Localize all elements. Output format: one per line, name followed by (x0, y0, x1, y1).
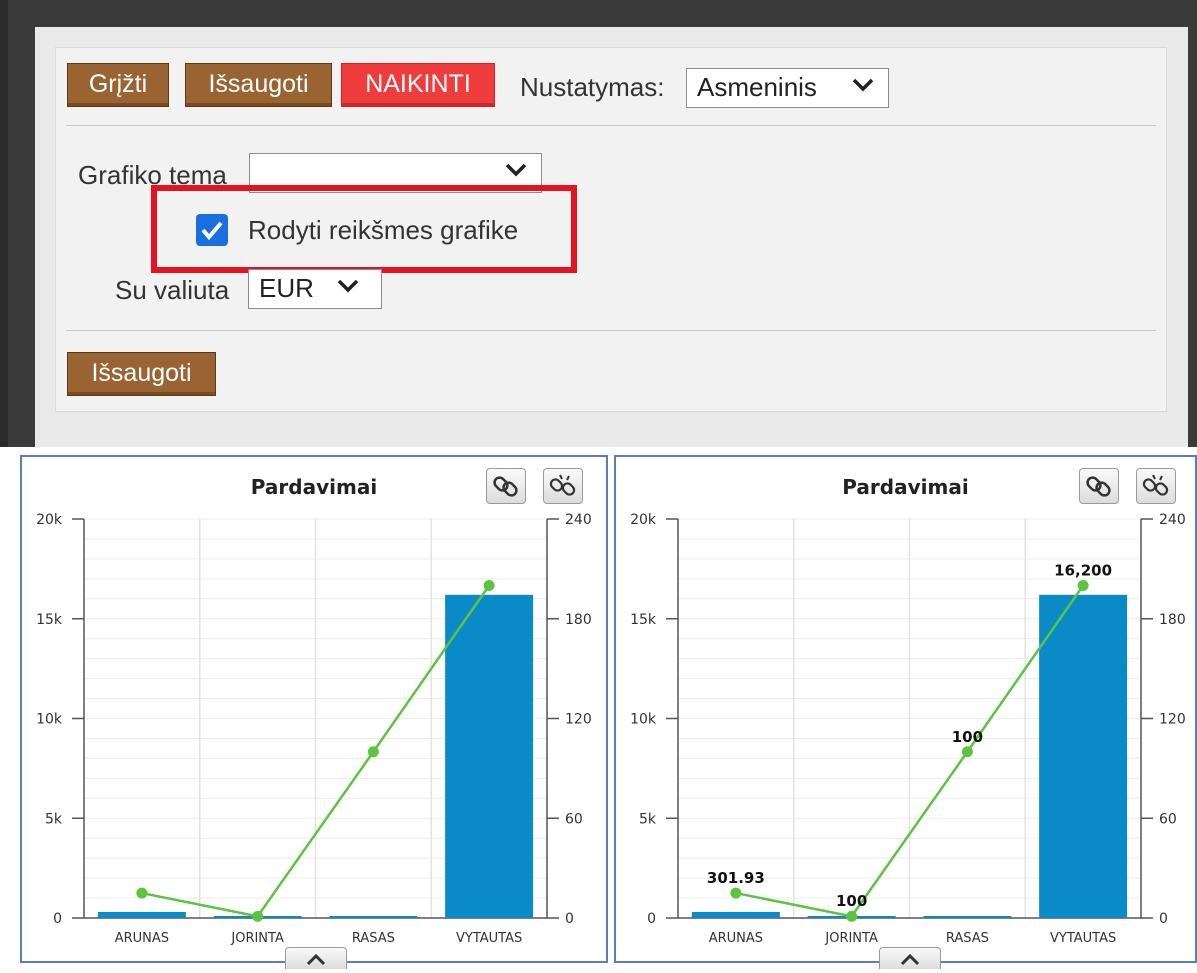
divider-top (66, 125, 1156, 126)
data-label: 301.93 (707, 869, 765, 887)
line-point (483, 580, 495, 591)
y-tick-label-right: 60 (1159, 811, 1177, 827)
data-label: 16,200 (1054, 562, 1112, 580)
currency-label: Su valiuta (115, 275, 230, 305)
x-tick-label: RASAS (946, 931, 989, 946)
y-tick-label-left: 5k (45, 811, 63, 827)
line-point (961, 746, 973, 758)
currency-select-value: EUR (259, 273, 314, 303)
x-tick-label: ARUNAS (709, 931, 763, 946)
sales-chart-right: Pardavimai 0 5k 10k 15k 20k 0 60 120 180 240 ARUNA… (614, 455, 1197, 969)
x-tick-label: VYTAUTAS (456, 931, 522, 946)
line-point (136, 887, 148, 899)
y-tick-label-right: 0 (1159, 911, 1168, 927)
x-tick-label: JORINTA (230, 931, 284, 946)
left-strip (0, 0, 8, 447)
bar (923, 916, 1012, 918)
currency-select[interactable]: EUR (248, 269, 382, 309)
setting-select[interactable]: Asmeninis (686, 68, 889, 108)
chart-plot: 0 5k 10k 15k 20k 0 60 120 180 240 ARUNAS JORINTA RAS… (630, 512, 1186, 946)
chevron-up-icon (306, 953, 326, 966)
bar (691, 911, 780, 918)
bar (329, 916, 418, 918)
divider-bottom (66, 330, 1156, 331)
save-button-top[interactable]: Išsaugoti (185, 63, 332, 107)
x-tick-label: ARUNAS (115, 931, 169, 946)
chevron-up-icon (900, 953, 920, 966)
save-button-bottom[interactable]: Išsaugoti (67, 352, 216, 396)
x-tick-label: RASAS (352, 931, 395, 946)
y-tick-label-right: 0 (565, 911, 574, 927)
y-tick-label-right: 180 (565, 612, 592, 628)
x-tick-label: JORINTA (824, 931, 878, 946)
bar (97, 911, 186, 918)
delete-button[interactable]: NAIKINTI (341, 63, 495, 107)
y-tick-label-left: 0 (647, 911, 656, 927)
y-tick-label-left: 10k (36, 712, 63, 728)
y-tick-label-left: 0 (53, 911, 62, 927)
line-point (367, 746, 379, 758)
line-point (730, 887, 742, 899)
data-label: 100 (836, 892, 867, 910)
y-tick-label-right: 120 (565, 712, 592, 728)
y-tick-label-left: 15k (36, 612, 63, 628)
sales-chart-left: Pardavimai 0 5k 10k 15k 20k 0 60 120 180 240 ARUNA… (20, 455, 608, 969)
chevron-down-icon (505, 163, 527, 177)
y-tick-label-left: 10k (630, 712, 657, 728)
line-point (1077, 580, 1089, 591)
chart-plot: 0 5k 10k 15k 20k 0 60 120 180 240 ARUNAS JORINTA RAS… (36, 512, 592, 946)
line-point (846, 910, 858, 922)
scroll-up-button[interactable] (879, 947, 941, 969)
y-tick-label-left: 5k (639, 811, 657, 827)
scroll-up-button[interactable] (285, 947, 347, 969)
chevron-down-icon (337, 279, 359, 293)
x-tick-label: VYTAUTAS (1050, 931, 1116, 946)
bar (1039, 594, 1128, 918)
y-tick-label-right: 180 (1159, 612, 1186, 628)
y-tick-label-right: 120 (1159, 712, 1186, 728)
line-point (252, 910, 264, 922)
y-tick-label-right: 240 (1159, 512, 1186, 528)
show-values-checkbox[interactable] (196, 214, 228, 246)
y-tick-label-left: 15k (630, 612, 657, 628)
chevron-down-icon (852, 78, 874, 92)
y-tick-label-left: 20k (630, 512, 657, 528)
bar (445, 594, 534, 918)
back-button[interactable]: Grįžti (67, 63, 169, 107)
show-values-label: Rodyti reikšmes grafike (248, 215, 519, 245)
data-label: 100 (952, 728, 983, 746)
setting-label: Nustatymas: (520, 72, 665, 102)
y-tick-label-left: 20k (36, 512, 63, 528)
setting-select-value: Asmeninis (697, 72, 817, 102)
y-tick-label-right: 60 (565, 811, 583, 827)
y-tick-label-right: 240 (565, 512, 592, 528)
checkmark-icon (201, 221, 223, 241)
